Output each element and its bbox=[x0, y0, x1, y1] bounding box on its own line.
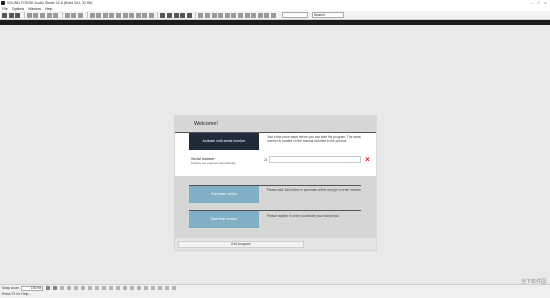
new-icon[interactable] bbox=[2, 12, 7, 18]
status-bar: Snap zoom 100 Hz bbox=[0, 284, 550, 291]
region-icon[interactable] bbox=[123, 286, 128, 290]
search-input[interactable]: Search bbox=[311, 12, 344, 18]
marker-icon[interactable] bbox=[115, 12, 121, 18]
stop-icon[interactable] bbox=[167, 12, 173, 18]
menu-options[interactable]: Options bbox=[12, 7, 24, 11]
serial-number-hint: Dashes are entered automatically bbox=[191, 161, 236, 165]
loop-icon[interactable] bbox=[109, 12, 115, 18]
serial-prefix: JI bbox=[264, 158, 267, 162]
dialog-footer: Exit program bbox=[175, 238, 376, 250]
pencil-tool-icon[interactable] bbox=[135, 12, 141, 18]
properties-icon[interactable] bbox=[264, 12, 270, 18]
zoom-in-icon[interactable] bbox=[53, 286, 58, 290]
dialog-title: Welcome! bbox=[194, 121, 218, 127]
scrub-icon[interactable] bbox=[130, 286, 135, 290]
normalize-icon[interactable] bbox=[198, 12, 204, 18]
pause-icon[interactable] bbox=[74, 286, 79, 290]
paste-icon[interactable] bbox=[39, 12, 45, 18]
help-status-line: Press F1 for Help... bbox=[0, 291, 550, 298]
workspace: Welcome! Activate with serial number Jus… bbox=[0, 25, 550, 284]
plugin-chain-icon[interactable] bbox=[244, 12, 250, 18]
zoom-out-icon[interactable] bbox=[46, 286, 51, 290]
snap-icon[interactable] bbox=[137, 286, 142, 290]
minimize-button[interactable]: – bbox=[528, 0, 535, 5]
select-icon[interactable] bbox=[89, 12, 95, 18]
trim-icon[interactable] bbox=[53, 12, 59, 18]
copy-icon[interactable] bbox=[33, 12, 39, 18]
eq-icon[interactable] bbox=[238, 12, 243, 18]
loop-icon[interactable] bbox=[102, 286, 107, 290]
window-title: SOUND FORGE Audio Studio 12.6 (Build 341… bbox=[7, 1, 93, 5]
record-icon[interactable] bbox=[109, 286, 114, 290]
options-panel: Purchase online Please click this button… bbox=[175, 176, 376, 238]
maximize-button[interactable]: □ bbox=[535, 0, 542, 5]
stop-icon[interactable] bbox=[81, 286, 86, 290]
start-trial-button[interactable]: Start trial version bbox=[189, 211, 259, 228]
magnify-tool-icon[interactable] bbox=[129, 12, 135, 18]
serial-number-input[interactable] bbox=[269, 156, 361, 163]
close-button[interactable]: × bbox=[542, 0, 549, 5]
metronome-icon[interactable] bbox=[186, 12, 192, 18]
repeat-icon[interactable] bbox=[77, 12, 83, 18]
toolbar-divider bbox=[23, 12, 25, 18]
app-icon bbox=[1, 1, 5, 5]
fade-in-icon[interactable] bbox=[205, 12, 211, 18]
loop-play-icon[interactable] bbox=[180, 12, 186, 18]
toolbar-divider bbox=[61, 12, 63, 18]
toolbar: Search bbox=[0, 11, 550, 20]
menu-window[interactable]: Window bbox=[28, 7, 41, 11]
redo-icon[interactable] bbox=[71, 12, 77, 18]
rewind-icon[interactable] bbox=[60, 286, 65, 290]
menu-file[interactable]: File bbox=[2, 7, 8, 11]
marker-icon[interactable] bbox=[116, 286, 121, 290]
menu-help[interactable]: Help bbox=[45, 7, 52, 11]
trial-help-text: Please register in order to activate you… bbox=[267, 214, 340, 218]
mark-icon[interactable] bbox=[96, 12, 102, 18]
reverse-icon[interactable] bbox=[218, 12, 224, 18]
selection-icon[interactable] bbox=[151, 286, 156, 290]
delete-icon[interactable] bbox=[46, 12, 52, 18]
event-tool-icon[interactable] bbox=[148, 12, 154, 18]
toolbar-divider bbox=[86, 12, 88, 18]
toolbar-divider bbox=[195, 12, 197, 18]
forward-icon[interactable] bbox=[88, 286, 93, 290]
play-icon[interactable] bbox=[67, 286, 72, 290]
grid-icon[interactable] bbox=[144, 286, 149, 290]
undo-icon[interactable] bbox=[64, 12, 70, 18]
activate-help-text: Just a few more steps before you can sta… bbox=[267, 135, 361, 143]
statistics-icon[interactable] bbox=[257, 12, 263, 18]
resample-icon[interactable] bbox=[224, 12, 230, 18]
toolbar-divider bbox=[157, 12, 159, 18]
activate-serial-button[interactable]: Activate with serial number bbox=[189, 133, 259, 150]
play-icon[interactable] bbox=[160, 12, 166, 18]
purchase-online-button[interactable]: Purchase online bbox=[189, 186, 259, 203]
record-icon[interactable] bbox=[173, 12, 179, 18]
zoom-input[interactable]: 100 Hz bbox=[21, 285, 44, 291]
region-icon[interactable] bbox=[102, 12, 108, 18]
zoom-icon[interactable] bbox=[270, 12, 276, 18]
meter-icon[interactable] bbox=[158, 286, 163, 290]
snap-zoom-label: Snap zoom bbox=[2, 286, 20, 290]
dialog-header: Welcome! bbox=[175, 116, 376, 132]
toolbar-combo[interactable] bbox=[281, 12, 308, 18]
spectrum-icon[interactable] bbox=[251, 12, 257, 18]
clear-icon[interactable]: × bbox=[364, 156, 371, 164]
exit-program-button[interactable]: Exit program bbox=[178, 241, 304, 248]
welcome-dialog: Welcome! Activate with serial number Jus… bbox=[174, 115, 377, 251]
save-icon[interactable] bbox=[15, 12, 21, 18]
edit-tool-icon[interactable] bbox=[122, 12, 128, 18]
envelope-tool-icon[interactable] bbox=[142, 12, 148, 18]
settings-icon[interactable] bbox=[165, 286, 170, 290]
open-icon[interactable] bbox=[8, 12, 14, 18]
fade-out-icon[interactable] bbox=[211, 12, 217, 18]
effects-icon[interactable] bbox=[231, 12, 237, 18]
go-end-icon[interactable] bbox=[95, 286, 100, 290]
cut-icon[interactable] bbox=[26, 12, 32, 18]
window-controls: – □ × bbox=[528, 0, 549, 5]
purchase-help-text: Please click this button to purchase onl… bbox=[267, 188, 362, 192]
more-icon[interactable] bbox=[172, 286, 177, 290]
